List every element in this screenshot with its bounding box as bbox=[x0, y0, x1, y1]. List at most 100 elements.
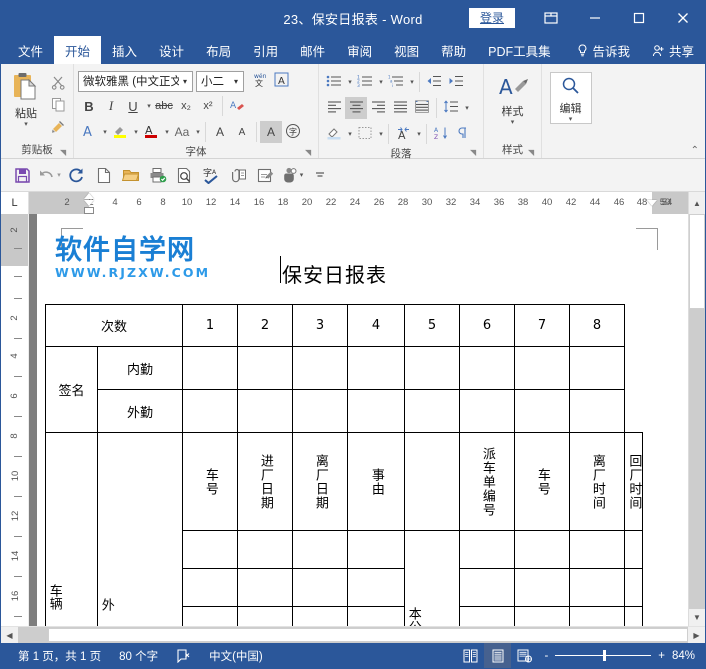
cell-num-5[interactable]: 5 bbox=[404, 304, 461, 347]
font-size-combo[interactable]: 小二 ▾ bbox=[196, 70, 244, 92]
table-cell[interactable] bbox=[624, 606, 643, 626]
zoom-slider[interactable]: - + bbox=[538, 650, 671, 662]
editing-dropdown-icon[interactable]: ▾ bbox=[569, 116, 573, 123]
table-cell[interactable] bbox=[237, 530, 294, 569]
distribute-button[interactable] bbox=[411, 97, 433, 119]
tab-review[interactable]: 审阅 bbox=[336, 36, 383, 64]
cell-header-exit-date[interactable]: 离厂日期 bbox=[292, 432, 349, 531]
justify-button[interactable] bbox=[389, 97, 411, 119]
report-table[interactable]: 次数 1 2 3 4 5 6 7 8 签名 内勤 外勤 车辆 外 车号 进厂日期… bbox=[44, 304, 643, 626]
left-indent-marker[interactable] bbox=[84, 207, 94, 214]
cell-company-label[interactable]: 本公 bbox=[404, 530, 461, 626]
line-spacing-dropdown-icon[interactable]: ▾ bbox=[462, 97, 471, 119]
table-cell[interactable] bbox=[292, 530, 349, 569]
cell-outdoor-duty[interactable]: 外勤 bbox=[96, 389, 184, 433]
cell-times-label[interactable]: 次数 bbox=[44, 304, 184, 347]
cell-signature-label[interactable]: 签名 bbox=[45, 346, 98, 433]
close-icon[interactable] bbox=[661, 0, 705, 36]
table-cell[interactable] bbox=[292, 346, 349, 390]
print-preview-icon[interactable] bbox=[171, 162, 198, 188]
align-left-button[interactable] bbox=[323, 97, 345, 119]
tell-me-button[interactable]: 告诉我 bbox=[566, 36, 641, 64]
underline-dropdown-icon[interactable]: ▾ bbox=[144, 95, 153, 117]
table-cell[interactable] bbox=[237, 606, 294, 626]
borders-button[interactable] bbox=[354, 123, 376, 145]
tab-insert[interactable]: 插入 bbox=[101, 36, 148, 64]
tab-view[interactable]: 视图 bbox=[383, 36, 430, 64]
font-color-button[interactable]: A bbox=[140, 121, 162, 143]
vertical-scrollbar[interactable]: ▼ bbox=[688, 214, 705, 626]
table-cell[interactable] bbox=[569, 568, 626, 607]
new-document-icon[interactable] bbox=[90, 162, 117, 188]
table-row[interactable]: 车辆 外 车号 进厂日期 离厂日期 事由 派车单编号 车号 离厂时间 回厂时间 bbox=[45, 432, 643, 626]
proofing-errors-icon[interactable] bbox=[167, 648, 200, 663]
cell-header-plate-no-out[interactable]: 车号 bbox=[514, 432, 571, 531]
insert-attachment-icon[interactable] bbox=[225, 162, 252, 188]
save-icon[interactable] bbox=[9, 162, 36, 188]
table-cell[interactable] bbox=[624, 568, 643, 607]
cell-outside-label[interactable]: 外 bbox=[96, 432, 184, 626]
show-paragraph-marks-button[interactable] bbox=[452, 123, 474, 145]
scroll-left-arrow[interactable]: ◀ bbox=[1, 627, 18, 643]
tab-pdf-tools[interactable]: PDF工具集 bbox=[477, 36, 562, 64]
table-row[interactable]: 外勤 bbox=[46, 389, 643, 433]
table-cell[interactable] bbox=[404, 346, 461, 390]
minimize-icon[interactable] bbox=[573, 0, 617, 36]
tab-file[interactable]: 文件 bbox=[7, 36, 54, 64]
styles-button[interactable]: A 样式 ▾ bbox=[488, 72, 537, 126]
sort-button[interactable]: AZ bbox=[430, 123, 452, 145]
change-case-button[interactable]: Aa bbox=[171, 121, 193, 143]
zoom-out-button[interactable]: - bbox=[544, 650, 548, 662]
increase-indent-button[interactable] bbox=[445, 71, 467, 93]
tab-layout[interactable]: 布局 bbox=[195, 36, 242, 64]
open-folder-icon[interactable] bbox=[117, 162, 144, 188]
bullets-dropdown-icon[interactable]: ▾ bbox=[345, 71, 354, 93]
redo-icon[interactable] bbox=[63, 162, 90, 188]
cell-header-reason[interactable]: 事由 bbox=[347, 432, 406, 531]
tab-design[interactable]: 设计 bbox=[148, 36, 195, 64]
shading-button[interactable] bbox=[323, 123, 345, 145]
shrink-font-button[interactable]: A bbox=[231, 121, 253, 143]
table-cell[interactable] bbox=[514, 568, 571, 607]
tab-mailings[interactable]: 邮件 bbox=[289, 36, 336, 64]
cell-header-plate-no-in[interactable]: 车号 bbox=[182, 432, 239, 531]
decrease-indent-button[interactable] bbox=[423, 71, 445, 93]
cell-header-dispatch-no[interactable]: 派车单编号 bbox=[459, 432, 516, 531]
table-cell[interactable] bbox=[292, 606, 349, 626]
highlight-color-button[interactable] bbox=[109, 121, 131, 143]
track-changes-icon[interactable] bbox=[252, 162, 279, 188]
font-name-combo[interactable]: 微软雅黑 (中文正文) ▾ bbox=[78, 70, 193, 92]
table-cell[interactable] bbox=[182, 606, 239, 626]
zoom-knob[interactable] bbox=[603, 650, 607, 661]
quick-print-icon[interactable] bbox=[144, 162, 171, 188]
table-cell[interactable] bbox=[182, 568, 239, 607]
multilevel-dropdown-icon[interactable]: ▾ bbox=[407, 71, 416, 93]
character-border-button[interactable]: A bbox=[270, 70, 292, 92]
read-mode-icon[interactable] bbox=[457, 643, 484, 668]
chevron-down-icon[interactable]: ▾ bbox=[180, 77, 190, 86]
tab-references[interactable]: 引用 bbox=[242, 36, 289, 64]
table-cell[interactable] bbox=[404, 389, 461, 433]
asian-layout-dropdown-icon[interactable]: ▾ bbox=[414, 123, 423, 145]
table-cell[interactable] bbox=[459, 568, 516, 607]
bold-button[interactable]: B bbox=[78, 95, 100, 117]
zoom-track[interactable] bbox=[555, 650, 652, 661]
clear-formatting-button[interactable]: A bbox=[226, 95, 248, 117]
hanging-indent-marker[interactable] bbox=[84, 200, 94, 206]
table-cell[interactable] bbox=[459, 530, 516, 569]
table-row[interactable]: 签名 内勤 bbox=[45, 346, 643, 433]
language-indicator[interactable]: 中文(中国) bbox=[200, 648, 272, 664]
spelling-check-icon[interactable]: 字A bbox=[198, 162, 225, 188]
table-cell[interactable] bbox=[459, 606, 516, 626]
highlight-dropdown-icon[interactable]: ▾ bbox=[131, 121, 140, 143]
grow-font-button[interactable]: A bbox=[209, 121, 231, 143]
horizontal-ruler[interactable]: 2 54 2 4 6 8 10 12 14 16 18 20 22 24 26 … bbox=[29, 192, 688, 214]
text-shading-button[interactable]: A bbox=[260, 121, 282, 143]
table-cell[interactable] bbox=[514, 346, 571, 390]
table-cell[interactable] bbox=[569, 389, 626, 433]
table-cell[interactable] bbox=[569, 346, 626, 390]
vertical-ruler[interactable]: 2 2 4 6 8 10 12 14 16 18 bbox=[1, 214, 29, 626]
horizontal-scrollbar[interactable]: ◀ ▶ bbox=[1, 626, 705, 643]
paste-dropdown-icon[interactable]: ▾ bbox=[24, 121, 28, 128]
table-cell[interactable] bbox=[182, 389, 239, 433]
